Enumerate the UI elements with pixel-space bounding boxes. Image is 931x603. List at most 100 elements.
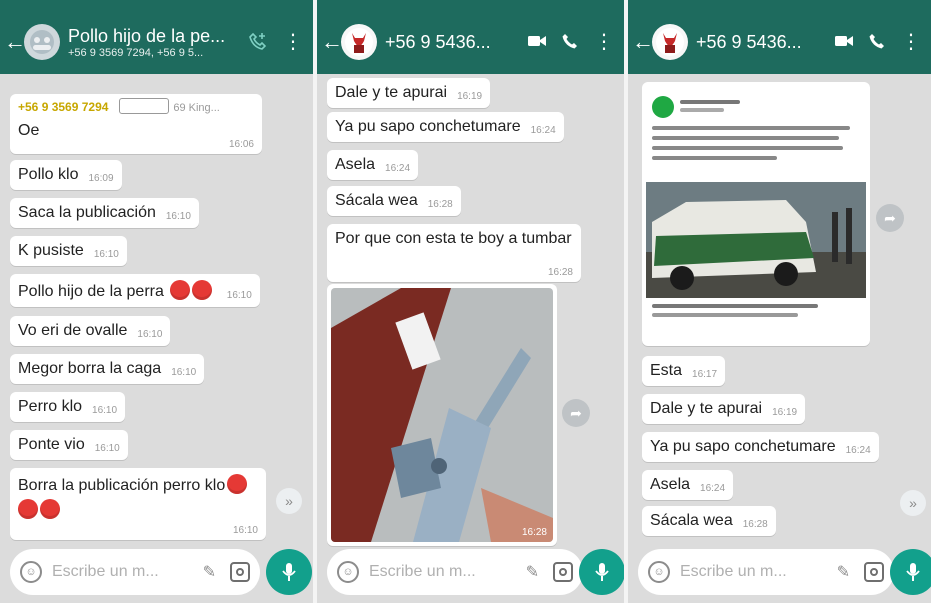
message-bubble[interactable]: Sácala wea 16:28 xyxy=(327,186,461,216)
message-bubble[interactable]: Sácala wea 16:28 xyxy=(642,506,776,536)
phone-icon[interactable] xyxy=(869,33,885,52)
more-vert-icon[interactable]: ⋮ xyxy=(594,32,614,52)
message-time: 16:24 xyxy=(845,445,871,456)
message-bubble[interactable]: Pollo klo 16:09 xyxy=(10,160,122,190)
message-bubble[interactable]: Megor borra la caga 16:10 xyxy=(10,354,205,384)
message-bubble[interactable]: Pollo hijo de la perra 16:10 xyxy=(10,274,260,307)
paperclip-icon[interactable]: ✎ xyxy=(526,562,539,582)
message-bubble[interactable]: Borra la publicación perro klo 16:10 xyxy=(10,468,266,540)
angry-emoji-icon xyxy=(18,499,38,519)
chat-subtitle: +56 9 3569 7294, +56 9 5... xyxy=(68,46,204,59)
message-time: 16:10 xyxy=(171,367,197,378)
message-text: Pollo hijo de la perra xyxy=(18,283,164,300)
microphone-icon[interactable] xyxy=(266,549,312,595)
back-arrow-icon[interactable]: ← xyxy=(321,31,343,53)
message-bubble[interactable]: +56 9 3569 7294 69 King... Oe 16:06 xyxy=(10,94,262,154)
add-call-icon[interactable] xyxy=(249,32,267,53)
message-bubble[interactable]: K pusiste 16:10 xyxy=(10,236,127,266)
camera-icon[interactable] xyxy=(553,562,573,582)
forward-icon[interactable]: ➦ xyxy=(562,399,590,427)
demon-avatar-icon xyxy=(656,28,684,56)
message-bubble[interactable]: Perro klo 16:10 xyxy=(10,392,126,422)
message-time: 16:28 xyxy=(427,199,453,210)
message-input-bar[interactable]: ☺ Escribe un m... ✎ xyxy=(10,549,260,595)
chat-title[interactable]: +56 9 5436... xyxy=(696,32,835,53)
video-camera-icon[interactable] xyxy=(528,33,546,51)
microphone-icon[interactable] xyxy=(579,549,624,595)
image-time: 16:28 xyxy=(521,527,547,538)
message-bubble[interactable]: Ya pu sapo conchetumare 16:24 xyxy=(642,432,879,462)
chat-title-area[interactable]: Pollo hijo de la pe... +56 9 3569 7294, … xyxy=(68,26,249,59)
message-bubble[interactable]: Dale y te apurai 16:19 xyxy=(327,78,491,108)
chat-header: ← Pollo hijo de la pe... +56 9 3569 7294… xyxy=(0,0,313,74)
message-time: 16:28 xyxy=(547,267,573,278)
gun-photo[interactable]: 16:28 xyxy=(331,288,553,542)
message-bubble[interactable]: Saca la publicación 16:10 xyxy=(10,198,199,228)
back-arrow-icon[interactable]: ← xyxy=(4,31,26,53)
camera-icon[interactable] xyxy=(864,562,884,582)
message-time: 16:19 xyxy=(772,407,798,418)
contact-avatar[interactable] xyxy=(341,24,377,60)
message-bubble[interactable]: Esta 16:17 xyxy=(642,356,726,386)
message-time: 16:24 xyxy=(530,125,556,136)
message-time: 16:10 xyxy=(226,290,252,301)
message-time: 16:24 xyxy=(700,483,726,494)
message-time: 16:10 xyxy=(165,211,191,222)
post-caption xyxy=(652,304,860,332)
microphone-icon[interactable] xyxy=(890,549,931,595)
message-text: Esta xyxy=(650,362,683,379)
message-bubble[interactable]: Por que con esta te boy a tumbar 16:28 xyxy=(327,224,581,282)
chat-header: ← +56 9 5436... ⋮ xyxy=(317,0,624,74)
chat-header: ← +56 9 5436... ⋮ xyxy=(628,0,931,74)
angry-emoji-icon xyxy=(192,280,213,300)
more-vert-icon[interactable]: ⋮ xyxy=(283,32,303,52)
phone-icon[interactable] xyxy=(562,33,578,52)
message-input[interactable]: Escribe un m... xyxy=(52,563,203,581)
more-vert-icon[interactable]: ⋮ xyxy=(901,32,921,52)
chevron-double-down-icon[interactable]: » xyxy=(276,488,302,514)
message-list: 16:17 ➦ Esta 16:17 Dale y te apurai 16:19 … xyxy=(628,74,931,541)
video-camera-icon[interactable] xyxy=(835,33,853,51)
message-text: Ya pu sapo conchetumare xyxy=(335,118,521,135)
message-input-bar[interactable]: ☺ Escribe un m... ✎ xyxy=(638,549,894,595)
message-bubble[interactable]: Asela 16:24 xyxy=(642,470,734,500)
message-time: 16:10 xyxy=(137,329,163,340)
message-bubble[interactable]: Dale y te apurai 16:19 xyxy=(642,394,806,424)
emoji-icon[interactable]: ☺ xyxy=(20,561,42,583)
group-avatar[interactable] xyxy=(24,24,60,60)
message-text: Dale y te apurai xyxy=(335,84,448,101)
message-time: 16:10 xyxy=(93,249,119,260)
message-time: 16:06 xyxy=(228,139,254,150)
message-input[interactable]: Escribe un m... xyxy=(680,563,837,581)
chat-title[interactable]: +56 9 5436... xyxy=(385,32,528,53)
message-bubble[interactable]: Asela 16:24 xyxy=(327,150,419,180)
message-bubble[interactable]: Vo eri de ovalle 16:10 xyxy=(10,316,171,346)
forward-icon[interactable]: ➦ xyxy=(876,204,904,232)
shared-post[interactable]: 16:17 xyxy=(646,86,866,342)
chat-panel-2: ← +56 9 5436... ⋮ Dale y te apurai 16:19… xyxy=(317,0,624,603)
message-time: 16:09 xyxy=(88,173,114,184)
message-time: 16:10 xyxy=(94,443,120,454)
message-input-bar[interactable]: ☺ Escribe un m... ✎ xyxy=(327,549,583,595)
message-bubble[interactable]: Ponte vio 16:10 xyxy=(10,430,128,460)
message-text: Asela xyxy=(335,156,376,173)
camera-icon[interactable] xyxy=(230,562,250,582)
back-arrow-icon[interactable]: ← xyxy=(632,31,654,53)
chevron-double-down-icon[interactable]: » xyxy=(900,490,926,516)
message-list: Dale y te apurai 16:19 Ya pu sapo conchet… xyxy=(317,74,624,546)
emoji-icon[interactable]: ☺ xyxy=(648,561,670,583)
composer: ☺ Escribe un m... ✎ xyxy=(0,541,313,603)
message-text: Ponte vio xyxy=(18,436,85,453)
shared-post-message[interactable]: 16:17 xyxy=(642,82,870,346)
message-input[interactable]: Escribe un m... xyxy=(369,563,526,581)
message-text: Ya pu sapo conchetumare xyxy=(650,438,836,455)
contact-avatar[interactable] xyxy=(652,24,688,60)
message-bubble[interactable]: Ya pu sapo conchetumare 16:24 xyxy=(327,112,564,142)
paperclip-icon[interactable]: ✎ xyxy=(203,562,216,582)
sender-name[interactable]: +56 9 3569 7294 xyxy=(18,100,108,114)
chat-panel-1: ← Pollo hijo de la pe... +56 9 3569 7294… xyxy=(0,0,313,603)
paperclip-icon[interactable]: ✎ xyxy=(837,562,850,582)
emoji-icon[interactable]: ☺ xyxy=(337,561,359,583)
chat-title: Pollo hijo de la pe... xyxy=(68,25,226,46)
image-message[interactable]: 16:28 xyxy=(327,284,557,546)
